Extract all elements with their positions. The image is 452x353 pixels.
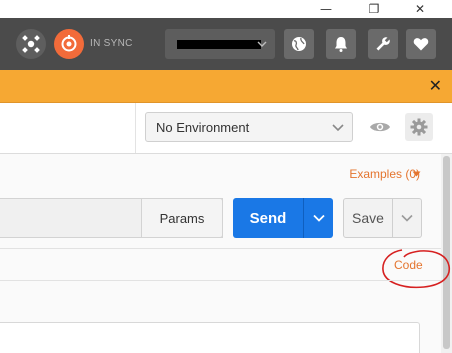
manage-environments-button[interactable] [405, 113, 433, 141]
satellite-button[interactable] [16, 29, 46, 59]
save-options-dropdown[interactable] [393, 198, 422, 238]
send-label: Send [249, 209, 287, 227]
request-body-panel [0, 322, 420, 353]
sync-button[interactable] [54, 29, 84, 59]
chevron-down-icon [401, 214, 413, 222]
eye-icon [370, 122, 390, 132]
save-button[interactable]: Save [343, 198, 393, 238]
minimize-button[interactable]: — [312, 0, 340, 18]
globe-icon [292, 37, 306, 51]
settings-button[interactable] [368, 29, 398, 59]
favorite-button[interactable] [406, 29, 436, 59]
send-button[interactable]: Send [233, 198, 303, 238]
banner-close-button[interactable]: ✕ [429, 76, 442, 95]
satellite-icon [22, 35, 40, 53]
notification-banner [0, 70, 452, 103]
environment-selected-label: No Environment [156, 119, 250, 135]
divider [0, 248, 441, 249]
wrench-icon [376, 37, 390, 51]
workspace-dropdown[interactable] [165, 29, 275, 59]
examples-dropdown[interactable]: Examples (0) [349, 167, 420, 181]
restore-button[interactable]: ❐ [360, 0, 388, 18]
examples-label: Examples (0) [349, 167, 420, 181]
chevron-down-icon [332, 124, 344, 132]
environment-quick-look-button[interactable] [366, 113, 394, 141]
redacted-workspace-name [177, 40, 261, 49]
params-button[interactable]: Params [141, 198, 223, 238]
heart-icon [413, 38, 429, 51]
bell-icon [335, 37, 347, 52]
send-options-dropdown[interactable] [304, 198, 333, 238]
save-label: Save [352, 210, 384, 226]
notifications-button[interactable] [326, 29, 356, 59]
sync-icon [61, 35, 77, 52]
annotation-circle [382, 249, 451, 289]
divider [135, 103, 136, 153]
params-label: Params [159, 210, 205, 226]
window-close-button[interactable]: ✕ [406, 0, 434, 18]
globe-button[interactable] [284, 29, 314, 59]
environment-select[interactable]: No Environment [145, 112, 353, 142]
caret-down-icon [412, 171, 421, 177]
chevron-down-icon [257, 41, 267, 47]
divider [0, 280, 441, 281]
gear-icon [410, 118, 428, 136]
sync-status-label: IN SYNC [90, 38, 133, 49]
chevron-down-icon [312, 214, 325, 222]
